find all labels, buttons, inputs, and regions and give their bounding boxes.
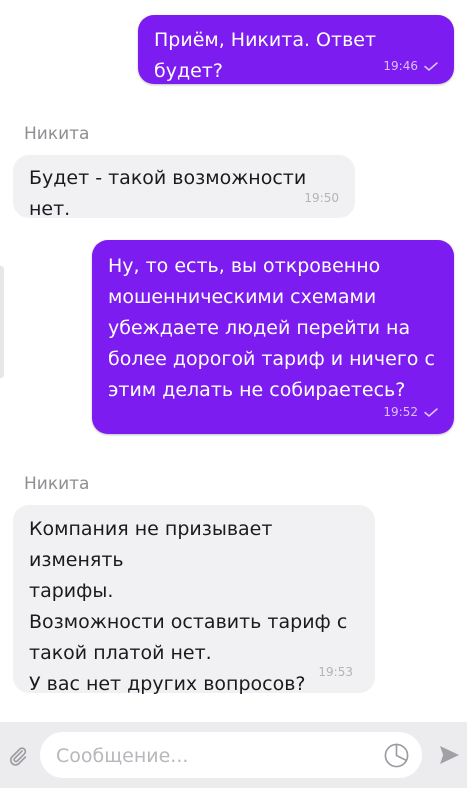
message-meta: 19:46	[383, 59, 438, 73]
chat-history[interactable]: Приём, Никита. Ответ будет? 19:46 Никита…	[0, 0, 467, 722]
message-time: 19:53	[318, 665, 353, 679]
message-text: Ну, то есть, вы откровенно мошенническим…	[108, 255, 435, 401]
message-text: Будет - такой возможности нет.	[29, 167, 307, 220]
message-text: Приём, Никита. Ответ будет?	[154, 29, 377, 82]
message-time: 19:50	[304, 191, 339, 205]
message-input[interactable]	[54, 732, 378, 780]
message-text: Компания не призывает изменять тарифы. В…	[29, 518, 348, 695]
sticker-icon[interactable]	[383, 742, 410, 769]
scroll-edge-indicator	[0, 266, 4, 378]
send-icon[interactable]	[437, 743, 461, 767]
message-time: 19:52	[383, 405, 418, 419]
message-composer	[0, 722, 467, 788]
paperclip-icon[interactable]	[7, 745, 29, 767]
message-input-wrapper[interactable]	[40, 732, 422, 780]
read-check-icon	[424, 407, 438, 417]
outgoing-message[interactable]: Приём, Никита. Ответ будет? 19:46	[138, 15, 454, 84]
message-meta: 19:52	[383, 405, 438, 419]
incoming-message[interactable]: Компания не призывает изменять тарифы. В…	[13, 505, 375, 695]
sender-name: Никита	[24, 124, 90, 144]
outgoing-message[interactable]: Ну, то есть, вы откровенно мошенническим…	[92, 240, 454, 434]
message-meta: 19:53	[318, 665, 353, 679]
incoming-message[interactable]: Будет - такой возможности нет. 19:50	[13, 155, 355, 220]
sender-name: Никита	[24, 474, 90, 494]
message-time: 19:46	[383, 59, 418, 73]
message-meta: 19:50	[304, 191, 339, 205]
read-check-icon	[424, 61, 438, 71]
